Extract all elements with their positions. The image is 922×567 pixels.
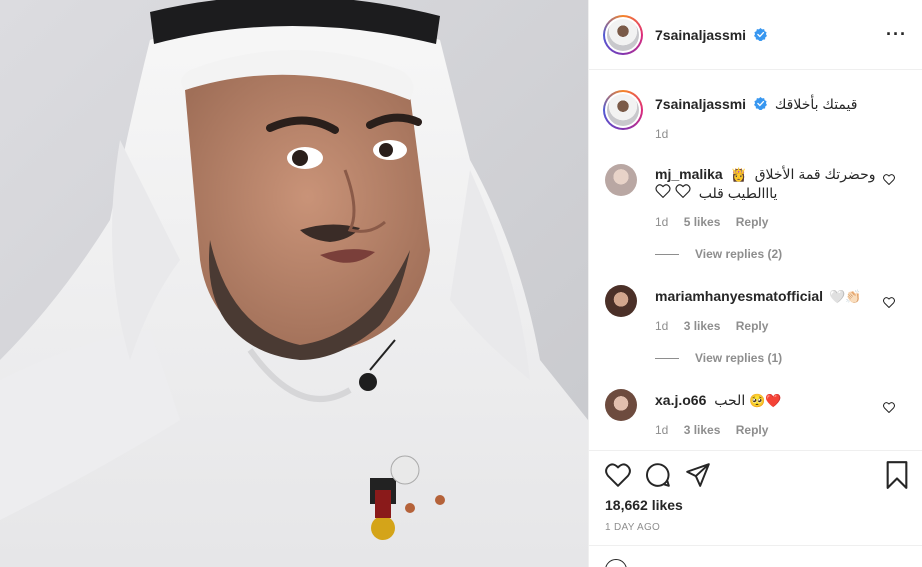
post-image[interactable] — [0, 0, 588, 567]
reply-button[interactable]: Reply — [736, 423, 769, 437]
comment-item: mariamhanyesmatofficial 🤍👏🏻 1d 3 likes R… — [589, 280, 922, 375]
like-comment-icon[interactable] — [883, 400, 895, 416]
caption-username[interactable]: 7sainaljassmi — [655, 96, 746, 112]
comment-text: وحضرتك قمة الأخلاق — [754, 166, 876, 182]
verified-badge-icon — [753, 97, 767, 113]
portrait-illustration — [0, 0, 588, 567]
caption-author-avatar[interactable] — [603, 90, 643, 130]
likes-count[interactable]: 18,662 likes — [605, 497, 683, 513]
white-heart-icon — [675, 184, 695, 201]
caption-text: قيمتك بأخلاقك — [774, 96, 858, 112]
post-date: 1 DAY AGO — [605, 522, 661, 533]
comment-icon[interactable] — [645, 462, 671, 491]
comment-username[interactable]: xa.j.o66 — [655, 392, 706, 408]
comment-age: 1d — [655, 319, 669, 333]
emoji-icon[interactable] — [605, 559, 627, 567]
verified-badge-icon — [753, 28, 767, 44]
commenter-avatar[interactable] — [605, 164, 637, 196]
comment-emoji: 🥺❤️ — [749, 393, 782, 408]
comment-text-line2: يااالطيب قلب — [698, 185, 778, 201]
caption: 7sainaljassmi قيمتك بأخلاقك 1d — [589, 86, 922, 146]
like-icon[interactable] — [605, 463, 631, 490]
princess-emoji-icon: 👸 — [730, 167, 747, 182]
comment-username[interactable]: mj_malika — [655, 166, 723, 182]
comment-likes[interactable]: 5 likes — [684, 215, 721, 229]
view-replies-button[interactable]: View replies (1) — [655, 351, 782, 365]
comment-text: 🤍👏🏻 — [828, 289, 862, 304]
like-comment-icon[interactable] — [883, 295, 895, 311]
bookmark-icon[interactable] — [885, 461, 909, 492]
post-actions: 18,662 likes 1 DAY AGO — [589, 450, 922, 567]
caption-age: 1d — [655, 127, 669, 141]
comment-item: xa.j.o66 الحب 🥺❤️ 1d 3 likes Reply — [589, 385, 922, 445]
post-header: 7sainaljassmi ··· — [589, 0, 922, 70]
comment-age: 1d — [655, 423, 669, 437]
post-detail-panel: 7sainaljassmi ··· 7sainaljassmi قيمتك بأ… — [588, 0, 922, 567]
share-icon[interactable] — [685, 462, 711, 491]
view-replies-button[interactable]: View replies (2) — [655, 247, 782, 261]
comment-likes[interactable]: 3 likes — [684, 319, 721, 333]
author-username[interactable]: 7sainaljassmi — [655, 27, 746, 43]
more-options-icon[interactable]: ··· — [886, 24, 907, 45]
commenter-avatar[interactable] — [605, 389, 637, 421]
like-comment-icon[interactable] — [883, 172, 895, 188]
author-avatar[interactable] — [603, 15, 643, 55]
comment-likes[interactable]: 3 likes — [684, 423, 721, 437]
comment-username[interactable]: mariamhanyesmatofficial — [655, 288, 823, 304]
comment-item: mj_malika 👸 وحضرتك قمة الأخلاق يااالطيب … — [589, 160, 922, 270]
reply-button[interactable]: Reply — [736, 319, 769, 333]
white-heart-icon — [655, 184, 675, 201]
comment-age: 1d — [655, 215, 669, 229]
commenter-avatar[interactable] — [605, 285, 637, 317]
divider — [589, 545, 922, 546]
reply-button[interactable]: Reply — [736, 215, 769, 229]
comment-text: الحب — [714, 392, 746, 408]
